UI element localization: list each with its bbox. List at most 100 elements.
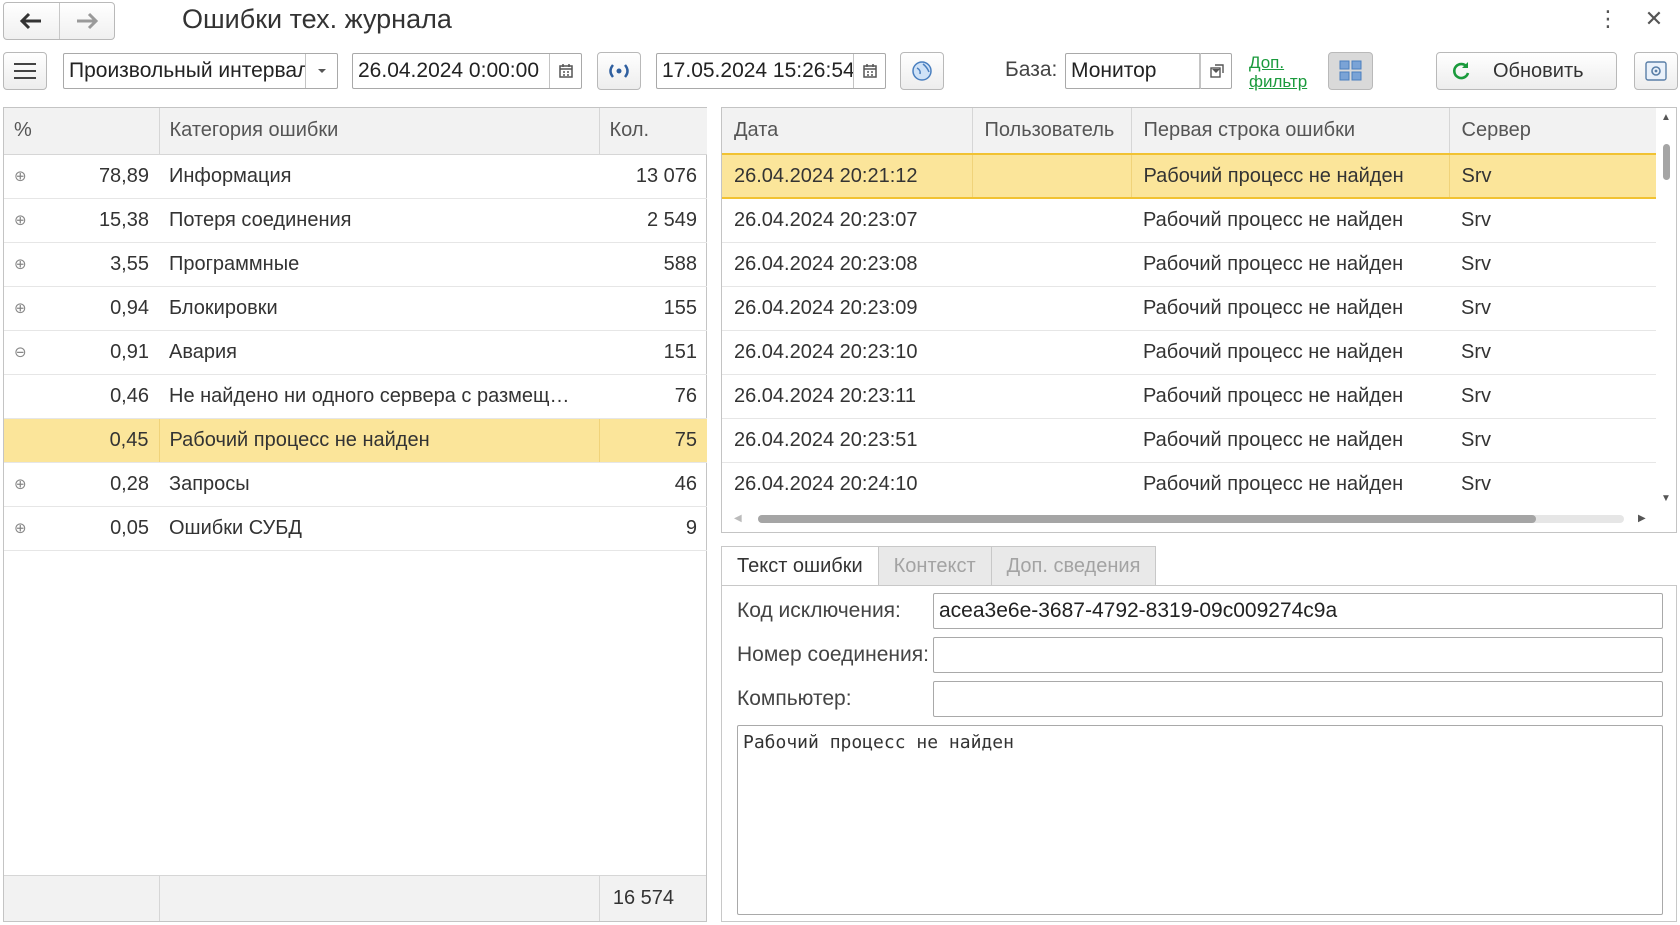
expand-icon[interactable]: ⊕ bbox=[14, 475, 34, 493]
column-header-category[interactable]: Категория ошибки bbox=[158, 108, 599, 155]
column-header-server[interactable]: Сервер bbox=[1448, 108, 1657, 155]
column-header-user[interactable]: Пользователь bbox=[971, 108, 1131, 155]
nav-buttons bbox=[3, 2, 115, 40]
menu-button[interactable] bbox=[3, 52, 47, 90]
tab-error-text[interactable]: Текст ошибки bbox=[721, 546, 879, 586]
event-message: Рабочий процесс не найден bbox=[1131, 198, 1449, 243]
table-row[interactable]: 26.04.2024 20:24:10 Рабочий процесс не на… bbox=[722, 462, 1657, 507]
arrow-left-icon bbox=[20, 12, 42, 30]
expand-icon[interactable]: ⊕ bbox=[14, 255, 34, 273]
expand-icon[interactable]: ⊕ bbox=[14, 299, 34, 317]
percent-cell: ⊕ 78,89 bbox=[4, 155, 159, 199]
globe-icon bbox=[912, 61, 932, 81]
event-server: Srv bbox=[1448, 153, 1657, 199]
open-base-button[interactable] bbox=[1200, 53, 1232, 89]
table-row[interactable]: 26.04.2024 20:23:09 Рабочий процесс не на… bbox=[722, 286, 1657, 331]
column-header-percent[interactable]: % bbox=[4, 108, 159, 155]
forward-button[interactable] bbox=[58, 3, 115, 39]
tab-context[interactable]: Контекст bbox=[877, 546, 992, 586]
table-row[interactable]: 0,45 Рабочий процесс не найден 75 bbox=[4, 418, 707, 463]
event-message: Рабочий процесс не найден bbox=[1131, 242, 1449, 287]
dropdown-button[interactable] bbox=[305, 54, 337, 88]
details-tabs: Текст ошибки Контекст Доп. сведения bbox=[721, 546, 1157, 586]
categories-panel: % Категория ошибки Кол. ⊕ 78,89 Информация… bbox=[3, 107, 707, 922]
event-message: Рабочий процесс не найден bbox=[1131, 330, 1449, 375]
table-row[interactable]: ⊕ 3,55 Программные 588 bbox=[4, 242, 707, 287]
category-name: Не найдено ни одного сервера с размещ… bbox=[159, 374, 599, 419]
table-row[interactable]: ⊕ 78,89 Информация 13 076 bbox=[4, 154, 707, 199]
horizontal-scrollbar[interactable]: ◀ ▶ bbox=[722, 506, 1676, 532]
category-name: Авария bbox=[159, 330, 599, 375]
calendar-button[interactable] bbox=[853, 54, 885, 88]
table-row[interactable]: 26.04.2024 20:23:10 Рабочий процесс не на… bbox=[722, 330, 1657, 375]
event-server: Srv bbox=[1449, 418, 1657, 463]
connection-row: Номер соединения: bbox=[737, 637, 1663, 673]
column-header-message[interactable]: Первая строка ошибки bbox=[1130, 108, 1449, 155]
calendar-button[interactable] bbox=[549, 54, 581, 88]
table-row[interactable]: 26.04.2024 20:23:11 Рабочий процесс не на… bbox=[722, 374, 1657, 419]
category-count: 2 549 bbox=[599, 198, 707, 243]
computer-field[interactable] bbox=[933, 681, 1663, 717]
period-select[interactable]: Произвольный интервал bbox=[63, 53, 338, 89]
table-row[interactable]: ⊕ 0,94 Блокировки 155 bbox=[4, 286, 707, 331]
date-to-field[interactable]: 17.05.2024 15:26:54 bbox=[656, 53, 886, 89]
percent-value: 78,89 bbox=[98, 164, 149, 187]
scroll-right-arrow-icon[interactable]: ▶ bbox=[1638, 513, 1646, 524]
error-text-area[interactable]: Рабочий процесс не найден bbox=[737, 725, 1663, 915]
table-row[interactable]: 26.04.2024 20:23:51 Рабочий процесс не на… bbox=[722, 418, 1657, 463]
category-count: 76 bbox=[599, 374, 707, 419]
column-header-count[interactable]: Кол. bbox=[598, 108, 707, 155]
period-value: Произвольный интервал bbox=[69, 59, 305, 82]
table-row[interactable]: 26.04.2024 20:23:07 Рабочий процесс не на… bbox=[722, 198, 1657, 243]
back-button[interactable] bbox=[4, 3, 59, 39]
close-icon[interactable]: ✕ bbox=[1642, 6, 1666, 32]
table-row[interactable]: 0,46 Не найдено ни одного сервера с разме… bbox=[4, 374, 707, 419]
collapse-icon[interactable]: ⊖ bbox=[14, 343, 34, 361]
globe-button[interactable] bbox=[900, 52, 944, 90]
table-row[interactable]: ⊖ 0,91 Авария 151 bbox=[4, 330, 707, 375]
percent-cell: ⊕ 0,94 bbox=[4, 287, 159, 331]
refresh-button[interactable]: Обновить bbox=[1436, 52, 1617, 90]
more-vertical-icon[interactable]: ⋮ bbox=[1596, 6, 1620, 32]
page-title: Ошибки тех. журнала bbox=[182, 4, 452, 34]
table-row[interactable]: ⊕ 0,28 Запросы 46 bbox=[4, 462, 707, 507]
layout-toggle-button[interactable] bbox=[1328, 52, 1373, 90]
percent-value: 0,91 bbox=[110, 340, 149, 363]
expand-icon[interactable]: ⊕ bbox=[14, 519, 34, 537]
total-count: 16 574 bbox=[599, 876, 706, 921]
computer-row: Компьютер: bbox=[737, 681, 1663, 717]
exception-field[interactable]: acea3e6e-3687-4792-8319-09c009274c9a bbox=[933, 593, 1663, 629]
expand-icon[interactable]: ⊕ bbox=[14, 167, 34, 185]
settings-button[interactable] bbox=[1634, 52, 1678, 90]
extra-filter-link[interactable]: Доп. фильтр bbox=[1249, 53, 1307, 91]
scroll-up-arrow-icon[interactable]: ▲ bbox=[1661, 112, 1671, 123]
event-message: Рабочий процесс не найден bbox=[1131, 374, 1449, 419]
percent-value: 0,94 bbox=[110, 296, 149, 319]
table-row[interactable]: 26.04.2024 20:23:08 Рабочий процесс не на… bbox=[722, 242, 1657, 287]
event-server: Srv bbox=[1449, 242, 1657, 287]
scroll-left-arrow-icon[interactable]: ◀ bbox=[734, 513, 742, 524]
tab-extra-info[interactable]: Доп. сведения bbox=[990, 546, 1157, 586]
column-header-date[interactable]: Дата bbox=[722, 108, 972, 155]
event-user bbox=[972, 242, 1131, 287]
table-row[interactable]: 26.04.2024 20:21:12 Рабочий процесс не на… bbox=[722, 153, 1657, 199]
category-count: 13 076 bbox=[599, 154, 707, 199]
scrollbar-thumb[interactable] bbox=[758, 515, 1536, 523]
vertical-scrollbar[interactable]: ▲ ▼ bbox=[1656, 108, 1676, 508]
categories-table: % Категория ошибки Кол. ⊕ 78,89 Информация… bbox=[4, 108, 707, 551]
table-row[interactable]: ⊕ 15,38 Потеря соединения 2 549 bbox=[4, 198, 707, 243]
calendar-icon bbox=[558, 64, 573, 78]
expand-icon[interactable]: ⊕ bbox=[14, 211, 34, 229]
date-from-field[interactable]: 26.04.2024 0:00:00 bbox=[352, 53, 582, 89]
interval-link-button[interactable] bbox=[597, 52, 641, 90]
scrollbar-thumb[interactable] bbox=[1663, 144, 1670, 180]
hamburger-icon bbox=[14, 63, 36, 79]
table-row[interactable]: ⊕ 0,05 Ошибки СУБД 9 bbox=[4, 506, 707, 551]
connection-field[interactable] bbox=[933, 637, 1663, 673]
percent-cell: ⊖ 0,91 bbox=[4, 331, 159, 375]
scroll-down-arrow-icon[interactable]: ▼ bbox=[1661, 493, 1671, 504]
event-user bbox=[972, 286, 1131, 331]
event-server: Srv bbox=[1449, 198, 1657, 243]
percent-cell: 0,45 bbox=[4, 418, 159, 463]
computer-label: Компьютер: bbox=[737, 687, 852, 710]
